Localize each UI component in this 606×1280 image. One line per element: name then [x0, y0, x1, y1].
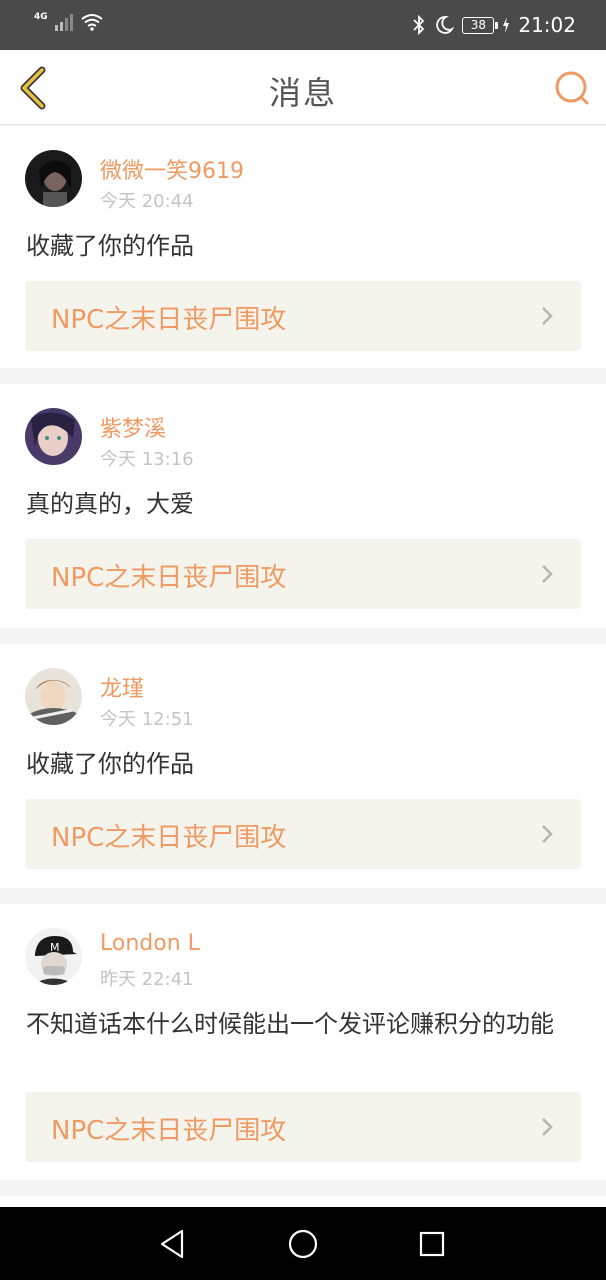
timestamp: 今天 20:44 — [100, 191, 194, 212]
message-card: 龙瑾 今天 12:51 收藏了你的作品 NPC之末日丧尸围攻 — [0, 644, 606, 888]
work-link[interactable]: NPC之末日丧尸围攻 — [25, 799, 581, 869]
username[interactable]: 龙瑾 — [100, 671, 144, 703]
app-header: 消息 — [0, 50, 606, 125]
work-title: NPC之末日丧尸围攻 — [51, 563, 287, 593]
timestamp: 今天 12:51 — [100, 709, 194, 730]
search-button[interactable] — [552, 68, 592, 108]
avatar[interactable] — [25, 408, 82, 465]
battery-level: 38 — [470, 18, 486, 32]
search-icon — [555, 71, 589, 105]
message-content: 真的真的，大爱 — [26, 490, 194, 518]
chevron-right-icon — [542, 307, 553, 325]
page-title: 消息 — [268, 74, 337, 112]
status-bar: 4G 38 21:02 — [0, 0, 606, 50]
avatar[interactable]: M — [25, 928, 82, 985]
divider — [0, 888, 606, 904]
signal-icon — [54, 14, 73, 31]
nav-home-button[interactable] — [284, 1225, 322, 1263]
battery-indicator: 38 — [462, 16, 499, 34]
work-link[interactable]: NPC之末日丧尸围攻 — [25, 1092, 581, 1162]
work-title: NPC之末日丧尸围攻 — [51, 1116, 287, 1146]
nav-recents-button[interactable] — [413, 1225, 451, 1263]
message-card: 紫梦溪 今天 13:16 真的真的，大爱 NPC之末日丧尸围攻 — [0, 384, 606, 628]
avatar[interactable] — [25, 150, 82, 207]
chevron-right-icon — [542, 825, 553, 843]
message-content: 收藏了你的作品 — [26, 750, 194, 778]
username[interactable]: 微微一笑9619 — [100, 153, 244, 185]
divider — [0, 1180, 606, 1196]
work-title: NPC之末日丧尸围攻 — [51, 305, 287, 335]
charging-icon — [503, 17, 510, 33]
chevron-right-icon — [542, 565, 553, 583]
clock: 21:02 — [518, 13, 576, 37]
message-card: 微微一笑9619 今天 20:44 收藏了你的作品 NPC之末日丧尸围攻 — [0, 126, 606, 368]
square-recents-icon — [419, 1231, 445, 1257]
circle-home-icon — [288, 1229, 318, 1259]
divider — [0, 368, 606, 384]
status-right: 38 21:02 — [412, 0, 576, 50]
message-content: 不知道话本什么时候能出一个发评论赚积分的功能 — [26, 1010, 554, 1038]
message-content: 收藏了你的作品 — [26, 232, 194, 260]
username[interactable]: 紫梦溪 — [100, 411, 166, 443]
bluetooth-icon — [413, 15, 425, 35]
nav-back-button[interactable] — [154, 1225, 192, 1263]
avatar[interactable] — [25, 668, 82, 725]
timestamp: 今天 13:16 — [100, 449, 194, 470]
status-left: 4G — [34, 12, 104, 31]
divider — [0, 628, 606, 644]
message-list: 微微一笑9619 今天 20:44 收藏了你的作品 NPC之末日丧尸围攻 紫梦溪… — [0, 126, 606, 1236]
network-type: 4G — [34, 12, 48, 22]
chevron-right-icon — [542, 1118, 553, 1136]
username[interactable]: London L — [100, 931, 200, 956]
moon-icon — [436, 16, 455, 34]
work-title: NPC之末日丧尸围攻 — [51, 823, 287, 853]
wifi-icon — [81, 14, 103, 31]
navigation-bar — [0, 1207, 606, 1280]
message-card: M London L 昨天 22:41 不知道话本什么时候能出一个发评论赚积分的… — [0, 904, 606, 1180]
work-link[interactable]: NPC之末日丧尸围攻 — [25, 281, 581, 351]
timestamp: 昨天 22:41 — [100, 969, 194, 990]
triangle-back-icon — [160, 1229, 184, 1259]
work-link[interactable]: NPC之末日丧尸围攻 — [25, 539, 581, 609]
